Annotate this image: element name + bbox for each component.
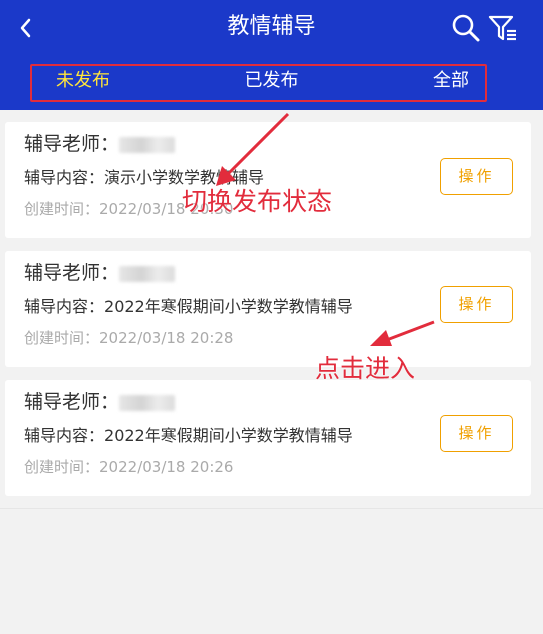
content-value: 演示小学数学教情辅导	[104, 168, 265, 187]
content-value: 2022年寒假期间小学数学教情辅导	[104, 426, 353, 445]
content-value: 2022年寒假期间小学数学教情辅导	[104, 297, 353, 316]
created-row: 创建时间：2022/03/18 20:26	[24, 456, 233, 478]
created-value: 2022/03/18 20:28	[99, 329, 234, 347]
filter-icon[interactable]	[487, 12, 519, 44]
teacher-row: 辅导老师：	[24, 131, 176, 157]
action-button[interactable]: 操作	[440, 286, 513, 323]
content-row: 辅导内容：2022年寒假期间小学数学教情辅导	[24, 424, 353, 448]
list-item[interactable]: 辅导老师： 辅导内容：演示小学数学教情辅导 创建时间：2022/03/18 20…	[5, 122, 531, 238]
annotation-switch-status: 切换发布状态	[182, 187, 333, 216]
action-button[interactable]: 操作	[440, 415, 513, 452]
created-row: 创建时间：2022/03/18 20:28	[24, 327, 233, 349]
teacher-label: 辅导老师：	[24, 391, 120, 413]
list-item[interactable]: 辅导老师： 辅导内容：2022年寒假期间小学数学教情辅导 创建时间：2022/0…	[5, 380, 531, 496]
list-item[interactable]: 辅导老师： 辅导内容：2022年寒假期间小学数学教情辅导 创建时间：2022/0…	[5, 251, 531, 367]
created-label: 创建时间：	[24, 458, 100, 476]
created-label: 创建时间：	[24, 200, 100, 218]
teacher-label: 辅导老师：	[24, 133, 120, 155]
search-icon[interactable]	[450, 12, 482, 44]
content-label: 辅导内容：	[24, 297, 105, 316]
created-label: 创建时间：	[24, 329, 100, 347]
content-row: 辅导内容：2022年寒假期间小学数学教情辅导	[24, 295, 353, 319]
content-label: 辅导内容：	[24, 168, 105, 187]
teacher-label: 辅导老师：	[24, 262, 120, 284]
content-label: 辅导内容：	[24, 426, 105, 445]
teacher-name-redacted	[119, 136, 176, 153]
action-button[interactable]: 操作	[440, 158, 513, 195]
annotation-click-enter: 点击进入	[315, 354, 416, 383]
created-value: 2022/03/18 20:26	[99, 458, 234, 476]
teacher-row: 辅导老师：	[24, 260, 176, 286]
teacher-name-redacted	[119, 394, 176, 411]
teacher-row: 辅导老师：	[24, 389, 176, 415]
tabs-highlight-box	[30, 64, 487, 102]
teacher-name-redacted	[119, 265, 176, 282]
list-end-divider	[0, 508, 543, 509]
